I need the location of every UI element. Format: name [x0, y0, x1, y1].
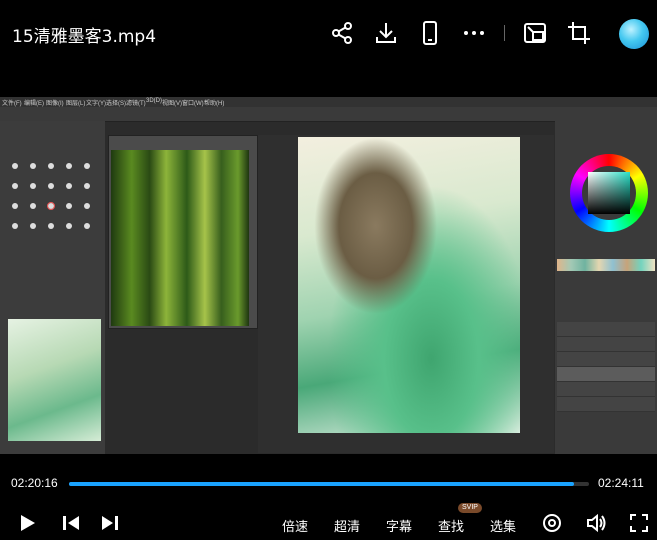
download-icon[interactable] — [373, 20, 399, 46]
brush-preset — [66, 203, 72, 209]
toolbar-divider — [504, 25, 505, 41]
brush-preset — [84, 183, 90, 189]
brush-preset — [12, 203, 18, 209]
color-swatches — [557, 259, 655, 271]
brush-preset — [66, 183, 72, 189]
brush-preset — [12, 223, 18, 229]
bamboo-image — [111, 150, 249, 326]
ps-menu-item: 窗口(W) — [182, 101, 204, 107]
ps-menu-item: 帮助(H) — [204, 101, 225, 107]
brush-preset — [30, 163, 36, 169]
video-title: 15清雅墨客3.mp4 — [12, 27, 157, 47]
brush-preset — [48, 163, 54, 169]
volume-icon[interactable] — [585, 512, 607, 534]
layer-row — [557, 352, 655, 367]
ps-menu-item: 文字(Y) — [86, 101, 106, 107]
brush-preset — [66, 223, 72, 229]
progress-fill — [69, 482, 575, 486]
illustration-canvas — [298, 137, 520, 433]
speed-button[interactable]: 倍速 — [282, 516, 308, 535]
brush-preset-selected — [47, 202, 55, 210]
brush-preset — [30, 183, 36, 189]
user-avatar[interactable] — [619, 19, 649, 49]
color-picker-square — [588, 172, 630, 214]
ps-menubar: 文件(F) 编辑(E) 图像(I) 图层(L) 文字(Y) 选择(S) 滤镜(T… — [0, 97, 657, 107]
next-icon[interactable] — [99, 512, 121, 534]
pip-icon[interactable] — [522, 20, 548, 46]
progress-track[interactable] — [69, 482, 589, 486]
ps-menu-item: 滤镜(T) — [126, 101, 146, 107]
play-icon[interactable] — [16, 512, 38, 534]
previous-icon[interactable] — [60, 512, 82, 534]
total-time: 02:24:11 — [598, 476, 644, 490]
ps-menu-item: 文件(F) — [2, 101, 22, 107]
ps-options-bar — [0, 107, 657, 122]
brush-preset — [84, 223, 90, 229]
brush-preset — [66, 163, 72, 169]
layer-row-selected — [557, 367, 655, 382]
share-icon[interactable] — [330, 20, 356, 46]
subtitles-button[interactable]: 字幕 — [386, 516, 412, 535]
bamboo-reference-window — [108, 135, 258, 329]
episodes-button[interactable]: 选集 — [490, 516, 516, 535]
layer-row — [557, 382, 655, 397]
ps-menu-item: 图像(I) — [46, 101, 64, 107]
more-icon[interactable] — [461, 20, 487, 46]
brush-preset — [12, 163, 18, 169]
brush-preset — [84, 203, 90, 209]
crop-icon[interactable] — [566, 20, 592, 46]
ps-menu-item: 图层(L) — [66, 101, 86, 107]
search-button[interactable]: 查找 — [438, 516, 464, 535]
brush-preset — [12, 183, 18, 189]
ps-menu-item: 视图(V) — [162, 101, 182, 107]
brush-grid — [8, 159, 103, 309]
navigator-thumbnail — [8, 319, 101, 441]
ps-menu-item: 编辑(E) — [24, 101, 44, 107]
brush-preset — [48, 223, 54, 229]
quality-button[interactable]: 超清 — [334, 516, 360, 535]
brush-preset — [84, 163, 90, 169]
ps-menu-item: 3D(D) — [146, 98, 162, 104]
current-time: 02:20:16 — [11, 476, 58, 490]
danmaku-icon[interactable] — [541, 512, 563, 534]
brush-preset — [48, 183, 54, 189]
video-frame[interactable]: 文件(F) 编辑(E) 图像(I) 图层(L) 文字(Y) 选择(S) 滤镜(T… — [0, 97, 657, 454]
top-bar: 15清雅墨客3.mp4 — [0, 0, 657, 70]
brush-preset — [30, 203, 36, 209]
layer-row — [557, 397, 655, 412]
layer-row — [557, 322, 655, 337]
svip-badge: SVIP — [458, 503, 482, 513]
ps-menu-item: 选择(S) — [106, 101, 126, 107]
fullscreen-icon[interactable] — [628, 512, 650, 534]
brush-preset — [30, 223, 36, 229]
phone-icon[interactable] — [417, 20, 443, 46]
ps-brush-panel — [0, 121, 105, 454]
layer-row — [557, 337, 655, 352]
